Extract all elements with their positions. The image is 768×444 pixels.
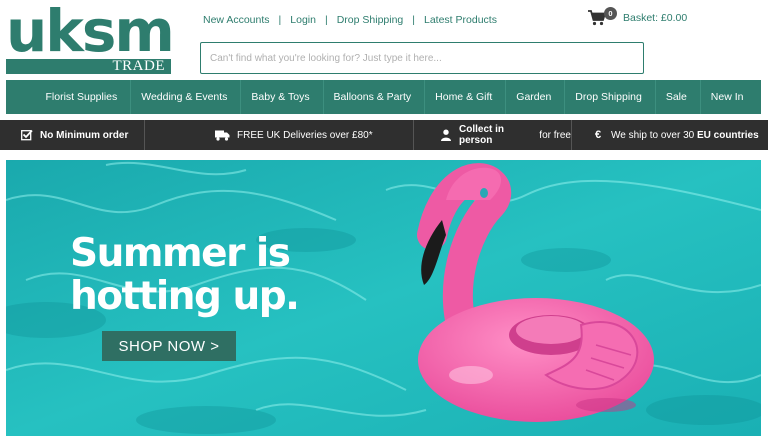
truck-icon [215, 129, 230, 141]
separator: | [412, 14, 415, 26]
nav-garden[interactable]: Garden [505, 80, 561, 114]
hero-banner[interactable]: Summer is hotting up. SHOP NOW > [6, 160, 761, 436]
usp-ship-bold: EU countries [696, 129, 759, 141]
person-icon [440, 129, 452, 141]
nav-wedding-events[interactable]: Wedding & Events [130, 80, 237, 114]
link-drop-shipping[interactable]: Drop Shipping [337, 14, 404, 26]
hero-headline-line1: Summer is [70, 231, 291, 276]
search-input[interactable] [200, 42, 644, 74]
nav-baby-toys[interactable]: Baby & Toys [240, 80, 319, 114]
separator: | [324, 14, 328, 26]
nav-home-gift[interactable]: Home & Gift [424, 80, 502, 114]
usp-collect-rest: for free [536, 129, 571, 141]
nav-balloons-party[interactable]: Balloons & Party [322, 80, 422, 114]
basket: 0 Basket: £0.00 [588, 7, 687, 26]
usp-bar: No Minimum order FREE UK Deliveries over… [0, 120, 768, 150]
usp-collect: Collect in person for free [414, 120, 572, 150]
hero-headline: Summer is hotting up. [70, 232, 330, 318]
nav-sale[interactable]: Sale [654, 80, 697, 114]
top-links: New Accounts | Login | Drop Shipping | L… [203, 14, 497, 26]
usp-collect-bold: Collect in person [459, 124, 505, 146]
logo[interactable]: uksm TRADE [6, 0, 175, 74]
nav-florist-supplies[interactable]: Florist Supplies [35, 80, 127, 114]
usp-eu-shipping: € We ship to over 30 EU countries [572, 120, 762, 150]
usp-delivery-text: FREE UK Deliveries over £80* [237, 129, 373, 141]
hero-headline-line2: hotting up. [70, 274, 300, 319]
main-nav: Florist Supplies Wedding & Events Baby &… [6, 80, 761, 114]
link-login[interactable]: Login [290, 14, 316, 26]
nav-new-in[interactable]: New In [699, 80, 754, 114]
link-new-accounts[interactable]: New Accounts [203, 14, 270, 26]
basket-total[interactable]: Basket: £0.00 [623, 12, 687, 24]
euro-icon: € [594, 129, 602, 141]
usp-minimum-order: No Minimum order [0, 120, 145, 150]
shop-now-button[interactable]: SHOP NOW > [102, 331, 236, 361]
link-latest-products[interactable]: Latest Products [424, 14, 497, 26]
nav-drop-shipping[interactable]: Drop Shipping [564, 80, 652, 114]
logo-subtitle: TRADE [112, 58, 165, 74]
usp-minimum-text: No Minimum order [40, 129, 129, 141]
usp-delivery: FREE UK Deliveries over £80* [145, 120, 414, 150]
separator: | [278, 14, 282, 26]
cart-count-badge: 0 [604, 7, 617, 20]
checkbox-icon [21, 129, 33, 141]
cart-icon[interactable]: 0 [588, 7, 617, 26]
usp-ship-text: We ship to over 30 [611, 129, 697, 141]
logo-wordmark: uksm [6, 0, 175, 65]
